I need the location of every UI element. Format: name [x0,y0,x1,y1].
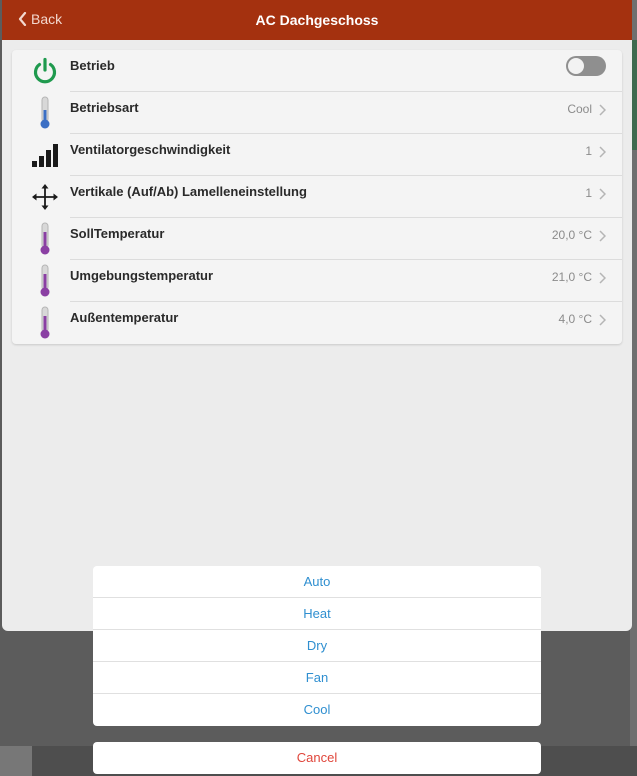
thermometer-purple-icon [30,306,60,339]
background-page-accent [632,40,637,150]
list-item-target-temperature[interactable]: SollTemperatur 20,0 °C [12,218,622,260]
device-panel: Back AC Dachgeschoss Betrieb Betriebsart… [2,0,632,631]
chevron-right-icon [599,313,607,331]
signal-bars-icon [30,139,60,171]
row-value: 1 [585,186,592,200]
thermometer-purple-icon [30,264,60,297]
list-item-betrieb: Betrieb [12,50,622,92]
navbar: Back AC Dachgeschoss [2,0,632,40]
chevron-right-icon [599,187,607,205]
row-label: Betrieb [70,58,115,73]
chevron-right-icon [599,103,607,121]
row-value: 20,0 °C [551,228,592,242]
mode-action-sheet: Auto Heat Dry Fan Cool [93,566,541,726]
thermometer-blue-icon [30,96,60,129]
row-label: Außentemperatur [70,310,179,325]
power-icon [30,55,60,87]
list-item-betriebsart[interactable]: Betriebsart Cool [12,92,622,134]
list-item-ambient-temperature[interactable]: Umgebungstemperatur 21,0 °C [12,260,622,302]
background-bottom-strip [0,746,32,776]
move-arrows-icon [30,181,60,213]
page-title: AC Dachgeschoss [255,12,379,28]
row-label: Ventilatorgeschwindigkeit [70,142,231,157]
row-label: Umgebungstemperatur [70,268,214,283]
list-item-vane-setting[interactable]: Vertikale (Auf/Ab) Lamelleneinstellung 1 [12,176,622,218]
list-item-outdoor-temperature[interactable]: Außentemperatur 4,0 °C [12,302,622,344]
settings-list: Betrieb Betriebsart Cool Ventilatorgesch… [12,50,622,344]
chevron-right-icon [599,145,607,163]
row-label: Betriebsart [70,100,139,115]
chevron-right-icon [599,271,607,289]
cancel-button[interactable]: Cancel [93,742,541,774]
row-label: Vertikale (Auf/Ab) Lamelleneinstellung [70,184,307,199]
option-heat[interactable]: Heat [93,598,541,630]
list-item-fan-speed[interactable]: Ventilatorgeschwindigkeit 1 [12,134,622,176]
row-value: Cool [567,102,592,116]
row-value: 1 [585,144,592,158]
row-label: SollTemperatur [70,226,165,241]
power-toggle[interactable] [566,56,606,76]
row-value: 4,0 °C [558,312,592,326]
toggle-knob [568,58,584,74]
chevron-right-icon [599,229,607,247]
row-value: 21,0 °C [551,270,592,284]
option-auto[interactable]: Auto [93,566,541,598]
option-cool[interactable]: Cool [93,694,541,726]
option-fan[interactable]: Fan [93,662,541,694]
thermometer-purple-icon [30,222,60,255]
option-dry[interactable]: Dry [93,630,541,662]
